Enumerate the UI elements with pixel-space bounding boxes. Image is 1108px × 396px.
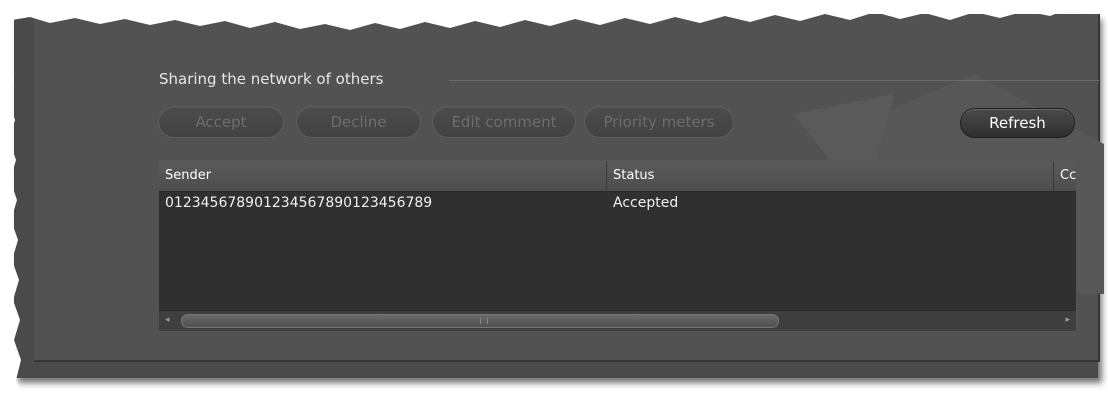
section-divider — [449, 80, 1099, 81]
priority-meters-button[interactable]: Priority meters — [584, 106, 734, 138]
edit-comment-button[interactable]: Edit comment — [432, 106, 576, 138]
screenshot-frame: Sharing the network of others Accept Dec… — [0, 0, 1108, 396]
torn-edge-left — [0, 0, 22, 396]
section-title: Sharing the network of others — [159, 70, 384, 88]
column-header-status[interactable]: Status — [607, 161, 1053, 191]
decline-button[interactable]: Decline — [296, 106, 421, 138]
window-panel: Sharing the network of others Accept Dec… — [14, 14, 1104, 378]
accept-button[interactable]: Accept — [158, 106, 284, 138]
torn-edge-top — [0, 0, 1108, 30]
cell-sender: 012345678901234567890123456789 — [165, 195, 433, 211]
horizontal-scrollbar[interactable]: ◂ ▸ — [159, 310, 1076, 331]
scrollbar-thumb[interactable] — [181, 314, 779, 328]
column-header-cc[interactable]: Cc — [1054, 161, 1076, 191]
refresh-button[interactable]: Refresh — [960, 108, 1075, 138]
sharing-table[interactable]: Sender Status Cc 01234567890123456789012… — [158, 160, 1077, 332]
grip-icon — [480, 318, 488, 324]
content-area: Sharing the network of others Accept Dec… — [34, 14, 1104, 362]
scroll-right-icon[interactable]: ▸ — [1065, 315, 1070, 325]
scroll-left-icon[interactable]: ◂ — [165, 315, 170, 325]
table-header: Sender Status Cc — [159, 161, 1076, 192]
cell-status: Accepted — [613, 195, 679, 211]
column-header-sender[interactable]: Sender — [159, 161, 606, 191]
